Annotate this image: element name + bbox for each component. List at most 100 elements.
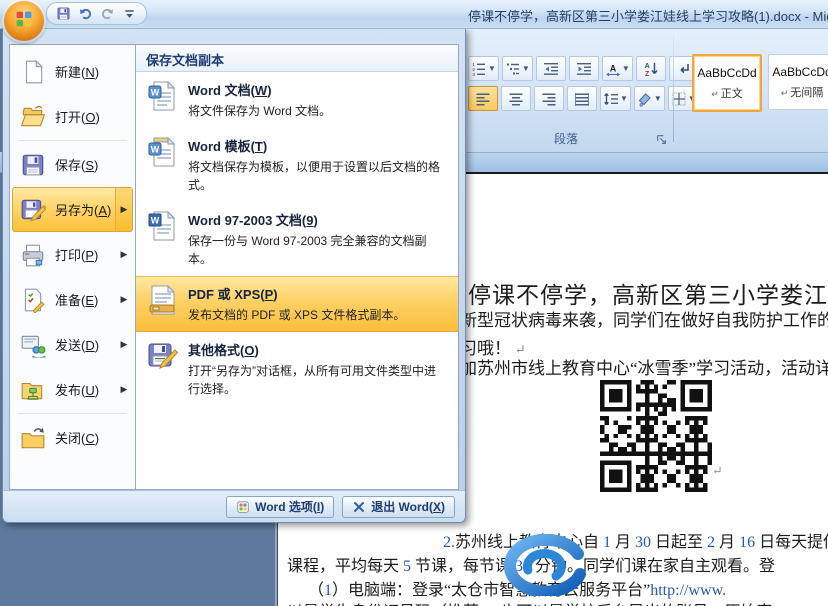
publish-icon <box>20 377 46 403</box>
dropdown-arrow-icon[interactable]: ▼ <box>620 94 628 103</box>
exit-x-icon <box>352 500 366 514</box>
office-menu-submenu: 保存文档副本 WWord 文档(W)将文件保存为 Word 文档。WWord 模… <box>135 44 459 490</box>
ribbon-button-distribute[interactable] <box>567 86 597 111</box>
style-name: ↵正文 <box>711 85 743 101</box>
ribbon-group-separator <box>673 34 674 142</box>
document-text-line: 以是学生身份证号码（推荐)，也可以是学校后台导出的账号，原始密 <box>287 598 772 606</box>
menu-divider <box>18 140 127 141</box>
office-button[interactable] <box>4 1 44 41</box>
office-menu-footer: Word 选项(I) 退出 Word(X) <box>3 490 465 522</box>
menu-item-new[interactable]: 新建(N) <box>12 49 133 94</box>
submenu-item-description: 发布文档的 PDF 或 XPS 文件格式副本。 <box>188 306 405 324</box>
ribbon-button-align-center[interactable] <box>501 86 531 111</box>
document-text-line: 新型冠状病毒来袭，同学们在做好自我防护工作的同时，可以 <box>460 306 828 331</box>
word-document-icon: W <box>146 80 178 112</box>
blue-swirl-watermark <box>500 534 588 596</box>
submenu-item-other-formats[interactable]: 其他格式(O) 打开“另存为”对话框，从所有可用文件类型中进行选择。 <box>136 332 458 406</box>
window-title: 停课不停学，高新区第三小学娄江娃线上学习攻略(1).docx - Micr <box>468 6 828 25</box>
dropdown-arrow-icon[interactable]: ▼ <box>488 64 496 73</box>
menu-item-label: 打印(P) <box>55 245 98 264</box>
ribbon-button-multilevel-list[interactable]: ▼ <box>502 56 533 81</box>
submenu-arrow-icon: ▶ <box>116 278 132 321</box>
pdf-xps-icon <box>146 284 178 316</box>
office-menu-left-pane: 新建(N)打开(O)保存(S)另存为(A)▶打印(P)▶准备(E)▶发送(D)▶… <box>9 44 135 490</box>
menu-item-save[interactable]: 保存(S) <box>12 142 133 187</box>
exit-word-button[interactable]: 退出 Word(X) <box>342 496 455 518</box>
menu-item-label: 打开(O) <box>55 107 100 126</box>
menu-item-label: 发送(D) <box>55 335 99 354</box>
close-folder-icon <box>20 425 46 451</box>
style-正文[interactable]: AaBbCcDd↵正文 <box>692 54 762 112</box>
ribbon-button-shading[interactable]: ▼ <box>634 86 665 111</box>
menu-item-publish[interactable]: 发布(U)▶ <box>12 367 133 412</box>
ribbon-button-align-right[interactable] <box>534 86 564 111</box>
styles-gallery: AaBbCcDd↵正文AaBbCcDd↵无间隔 <box>692 54 828 112</box>
word-application-window: 停课不停学，高新区第三小学娄江娃线上学新型冠状病毒来袭，同学们在做好自我防护工作… <box>0 0 828 606</box>
qat-save-icon[interactable] <box>56 6 71 21</box>
submenu-item-word-97-2003[interactable]: W Word 97-2003 文档(9) 保存一份与 Word 97-2003 完全… <box>136 202 458 276</box>
submenu-arrow-icon: ▶ <box>116 323 132 366</box>
title-bar: 停课不停学，高新区第三小学娄江娃线上学习攻略(1).docx - Micr <box>0 0 828 29</box>
svg-text:W: W <box>151 145 160 155</box>
word-options-button[interactable]: Word 选项(I) <box>226 496 334 518</box>
submenu-item-title: Word 模板(T) <box>188 136 440 155</box>
menu-item-open[interactable]: 打开(O) <box>12 94 133 139</box>
dropdown-arrow-icon[interactable]: ▼ <box>622 64 630 73</box>
new-document-icon <box>20 59 46 85</box>
ribbon-button-line-spacing[interactable]: ▼ <box>600 86 631 111</box>
menu-item-send[interactable]: 发送(D) ▶ <box>12 322 133 367</box>
submenu-item-title: Word 97-2003 文档(9) <box>188 210 440 229</box>
submenu-arrow-icon: ▶ <box>116 368 132 411</box>
menu-item-close[interactable]: 关闭(C) <box>12 415 133 460</box>
office-menu: 新建(N)打开(O)保存(S)另存为(A)▶打印(P)▶准备(E)▶发送(D)▶… <box>2 28 466 523</box>
submenu-arrow-icon: ▶ <box>116 233 132 276</box>
open-folder-icon <box>20 104 46 130</box>
ribbon-button-numbered-list[interactable]: 123▼ <box>468 56 499 81</box>
qat-undo-icon[interactable] <box>78 6 93 21</box>
menu-divider <box>18 413 127 414</box>
qat-qat-dropdown-icon[interactable] <box>122 6 137 21</box>
send-icon <box>20 332 46 358</box>
submenu-item-description: 保存一份与 Word 97-2003 完全兼容的文档副本。 <box>188 232 440 268</box>
submenu-item-title: PDF 或 XPS(P) <box>188 284 405 303</box>
word-options-icon <box>236 500 250 514</box>
ribbon-button-asian-layout[interactable]: A▼ <box>602 56 633 81</box>
print-icon <box>20 242 46 268</box>
svg-text:A: A <box>610 63 617 73</box>
save-icon <box>20 152 46 178</box>
submenu-item-description: 将文件保存为 Word 文档。 <box>188 102 331 120</box>
submenu-item-title: 其他格式(O) <box>188 340 440 359</box>
exit-word-label: 退出 Word(X) <box>371 498 445 515</box>
svg-text:Z: Z <box>645 71 650 77</box>
word-template-icon: W <box>146 136 178 168</box>
svg-text:W: W <box>151 216 160 226</box>
qat-redo-icon[interactable] <box>100 6 115 21</box>
document-text-line: 加苏州市线上教育中心“冰雪季”学习活动，活动详情扫描二 <box>460 354 828 379</box>
menu-item-print[interactable]: 打印(P) ▶ <box>12 232 133 277</box>
ribbon-button-sort[interactable]: AZ <box>636 56 666 81</box>
menu-item-prepare[interactable]: 准备(E)▶ <box>12 277 133 322</box>
menu-item-label: 关闭(C) <box>55 428 99 447</box>
submenu-item-pdf-xps[interactable]: PDF 或 XPS(P) 发布文档的 PDF 或 XPS 文件格式副本。 <box>136 276 458 332</box>
menu-item-label: 另存为(A) <box>55 200 111 219</box>
submenu-item-description: 打开“另存为”对话框，从所有可用文件类型中进行选择。 <box>188 362 440 398</box>
dropdown-arrow-icon[interactable]: ▼ <box>654 94 662 103</box>
submenu-item-description: 将文档保存为模板，以便用于设置以后文档的格式。 <box>188 158 440 194</box>
submenu-item-word-template[interactable]: W Word 模板(T) 将文档保存为模板，以便用于设置以后文档的格式。 <box>136 128 458 202</box>
submenu-arrow-icon: ▶ <box>115 188 132 231</box>
style-无间隔[interactable]: AaBbCcDd↵无间隔 <box>768 54 828 110</box>
ribbon-button-decrease-indent[interactable] <box>536 56 566 81</box>
document-title-text: 停课不停学，高新区第三小学娄江娃线上学 <box>468 276 828 310</box>
submenu-item-title: Word 文档(W) <box>188 80 331 99</box>
paragraph-group-label: 段落 <box>466 130 666 147</box>
dropdown-arrow-icon[interactable]: ▼ <box>522 64 530 73</box>
document-text-line: ↵ <box>712 462 723 480</box>
word-97-2003-icon: W <box>146 210 178 242</box>
save-as-icon <box>20 197 46 223</box>
paragraph-dialog-launcher-icon[interactable] <box>656 132 668 144</box>
ribbon-button-align-left[interactable] <box>468 86 498 111</box>
submenu-item-word-doc[interactable]: W Word 文档(W) 将文件保存为 Word 文档。 <box>136 72 458 128</box>
ribbon-button-increase-indent[interactable] <box>569 56 599 81</box>
prepare-icon <box>20 287 46 313</box>
menu-item-save-as[interactable]: 另存为(A)▶ <box>12 187 133 232</box>
